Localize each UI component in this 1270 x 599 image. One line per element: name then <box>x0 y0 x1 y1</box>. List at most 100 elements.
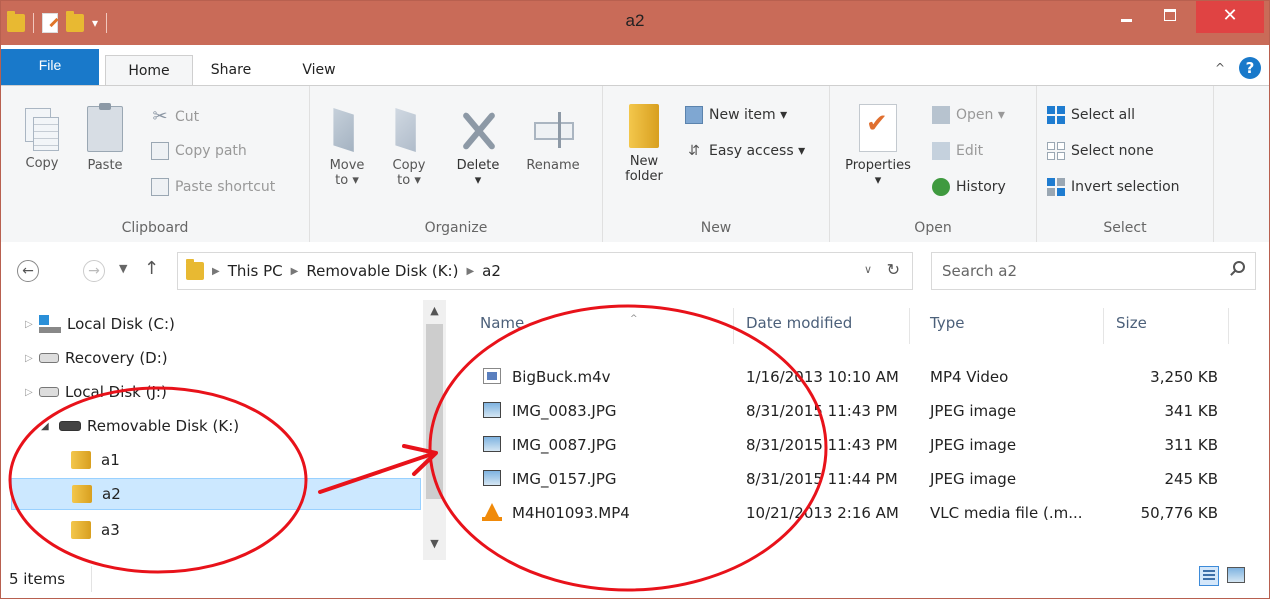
scroll-up-icon[interactable]: ▲ <box>423 304 446 317</box>
tab-file[interactable]: File <box>1 49 99 85</box>
refresh-icon[interactable]: ↻ <box>887 260 900 279</box>
search-icon[interactable] <box>1233 261 1245 273</box>
expand-icon[interactable]: ▷ <box>25 353 39 364</box>
copy-label: Copy <box>25 156 59 171</box>
cut-button[interactable]: ✂ Cut <box>151 106 199 127</box>
copy-button[interactable]: Copy <box>19 108 65 171</box>
history-button[interactable]: History <box>932 178 1006 196</box>
tree-item-label: a1 <box>101 451 120 469</box>
tree-item-a2[interactable]: a2 <box>11 478 421 510</box>
chevron-right-icon[interactable]: ▶ <box>466 266 474 277</box>
tab-view[interactable]: View <box>284 55 354 85</box>
up-arrow-icon[interactable]: ↑ <box>144 258 159 279</box>
video-file-icon <box>483 368 501 384</box>
file-type: VLC media file (.m... <box>930 504 1083 522</box>
tree-item-label: Local Disk (C:) <box>67 315 175 333</box>
paste-shortcut-button[interactable]: Paste shortcut <box>151 178 275 196</box>
easy-access-button[interactable]: ⇵ Easy access ▾ <box>685 142 805 160</box>
edit-button[interactable]: Edit <box>932 142 983 160</box>
copy-to-dropdown: to ▾ <box>397 173 421 188</box>
tree-item-a3[interactable]: a3 <box>71 514 420 546</box>
select-all-button[interactable]: Select all <box>1047 106 1135 124</box>
file-list: ^ Name Date modified Type Size BigBuck.m… <box>446 300 1269 560</box>
column-header-size[interactable]: Size <box>1116 314 1147 340</box>
expand-icon[interactable]: ▷ <box>25 319 39 330</box>
close-button[interactable]: ✕ <box>1196 1 1264 33</box>
collapse-icon[interactable]: ◢ <box>41 421 59 432</box>
search-input[interactable] <box>940 261 1224 281</box>
tree-item-local-disk-j[interactable]: ▷ Local Disk (J:) <box>25 376 420 408</box>
help-icon[interactable]: ? <box>1239 57 1261 79</box>
tree-item-removable-disk-k[interactable]: ◢ Removable Disk (K:) <box>41 410 420 442</box>
properties-label: Properties <box>845 158 911 173</box>
search-box[interactable] <box>931 252 1256 290</box>
delete-dropdown: ▾ <box>474 173 482 188</box>
back-button[interactable]: ← <box>17 260 39 282</box>
ribbon-tabs: File Home Share View ^ ? <box>1 45 1269 87</box>
rename-button[interactable]: Rename <box>520 108 586 173</box>
file-row[interactable]: M4H01093.MP4 10/21/2013 2:16 AM VLC medi… <box>446 496 1269 530</box>
nav-scrollbar[interactable]: ▲ ▼ <box>423 300 446 560</box>
column-divider[interactable] <box>1228 308 1229 344</box>
breadcrumb-a2[interactable]: a2 <box>482 262 501 280</box>
chevron-right-icon[interactable]: ▶ <box>291 266 299 277</box>
file-row[interactable]: BigBuck.m4v 1/16/2013 10:10 AM MP4 Video… <box>446 360 1269 394</box>
open-icon <box>932 106 950 124</box>
new-folder-button[interactable]: New folder <box>617 104 671 184</box>
file-row[interactable]: IMG_0087.JPG 8/31/2015 11:43 PM JPEG ima… <box>446 428 1269 462</box>
copy-to-button[interactable]: Copy to ▾ <box>386 108 432 188</box>
file-size: 50,776 KB <box>1140 504 1218 522</box>
tab-share[interactable]: Share <box>196 55 266 85</box>
explorer-window: ▾ a2 ✕ File Home Share View ^ ? Copy Pas… <box>0 0 1270 599</box>
move-to-button[interactable]: Move to ▾ <box>324 108 370 188</box>
scrollbar-thumb[interactable] <box>426 324 443 499</box>
maximize-icon <box>1164 9 1176 21</box>
invert-selection-label: Invert selection <box>1071 179 1180 195</box>
column-divider[interactable] <box>909 308 910 344</box>
minimize-ribbon-icon[interactable]: ^ <box>1215 61 1225 75</box>
invert-selection-button[interactable]: Invert selection <box>1047 178 1180 196</box>
paste-shortcut-label: Paste shortcut <box>175 179 276 195</box>
column-divider[interactable] <box>733 308 734 344</box>
tree-item-local-disk-c[interactable]: ▷ Local Disk (C:) <box>25 308 420 340</box>
new-item-button[interactable]: New item ▾ <box>685 106 787 124</box>
file-type: JPEG image <box>930 436 1017 454</box>
rename-label: Rename <box>526 158 580 173</box>
breadcrumb-removable-disk[interactable]: Removable Disk (K:) <box>306 262 458 280</box>
removable-drive-icon <box>59 421 81 431</box>
paste-button[interactable]: Paste <box>77 103 133 173</box>
minimize-button[interactable] <box>1104 1 1148 33</box>
recent-locations-icon[interactable]: ▼ <box>119 262 127 275</box>
delete-button[interactable]: Delete ▾ <box>448 108 508 188</box>
copy-path-button[interactable]: Copy path <box>151 142 247 160</box>
column-header-name[interactable]: ^ Name <box>480 314 638 340</box>
scroll-down-icon[interactable]: ▼ <box>423 537 446 550</box>
move-to-icon <box>333 108 354 152</box>
folder-icon <box>71 451 91 469</box>
sort-ascending-icon: ^ <box>630 314 638 324</box>
file-size: 3,250 KB <box>1150 368 1218 386</box>
tree-item-recovery-d[interactable]: ▷ Recovery (D:) <box>25 342 420 374</box>
easy-access-icon: ⇵ <box>688 143 700 159</box>
maximize-button[interactable] <box>1148 1 1192 33</box>
expand-icon[interactable]: ▷ <box>25 387 39 398</box>
tab-home[interactable]: Home <box>105 55 193 87</box>
file-row[interactable]: IMG_0157.JPG 8/31/2015 11:44 PM JPEG ima… <box>446 462 1269 496</box>
tree-item-a1[interactable]: a1 <box>71 444 420 476</box>
breadcrumb-this-pc[interactable]: This PC <box>228 262 283 280</box>
image-file-icon <box>483 402 501 418</box>
column-header-type[interactable]: Type <box>930 314 964 340</box>
column-divider[interactable] <box>1103 308 1104 344</box>
column-header-date[interactable]: Date modified <box>746 314 852 340</box>
address-dropdown-icon[interactable]: ∨ <box>864 263 872 276</box>
file-row[interactable]: IMG_0083.JPG 8/31/2015 11:43 PM JPEG ima… <box>446 394 1269 428</box>
select-none-button[interactable]: Select none <box>1047 142 1154 160</box>
properties-button[interactable]: Properties ▾ <box>838 104 918 188</box>
forward-button[interactable]: → <box>83 260 105 282</box>
details-view-icon[interactable] <box>1199 566 1219 586</box>
rename-icon <box>532 108 574 152</box>
large-icons-view-icon[interactable] <box>1227 567 1245 583</box>
address-bar[interactable]: ▶ This PC ▶ Removable Disk (K:) ▶ a2 ∨ ↻ <box>177 252 913 290</box>
chevron-right-icon[interactable]: ▶ <box>212 266 220 277</box>
open-button[interactable]: Open ▾ <box>932 106 1005 124</box>
